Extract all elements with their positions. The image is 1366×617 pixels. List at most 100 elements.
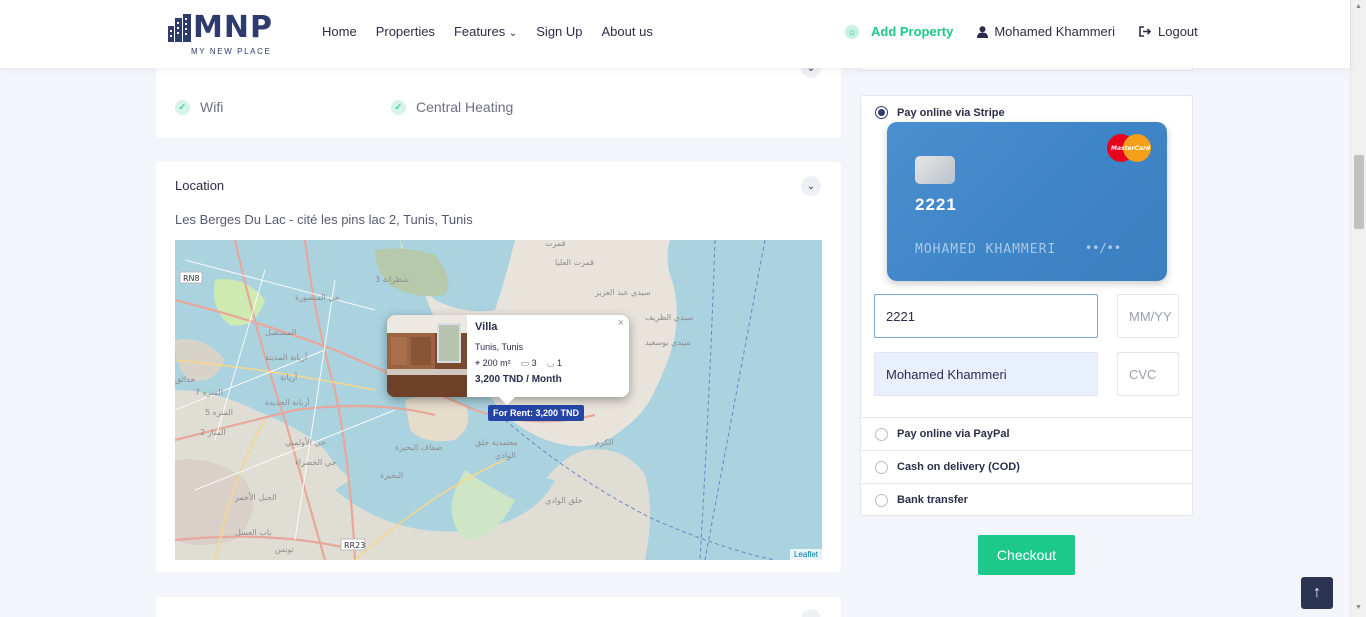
leaflet-attribution[interactable]: Leaflet <box>789 549 822 560</box>
map-price-marker[interactable]: For Rent: 3,200 TND <box>488 405 585 421</box>
svg-text:أريانة: أريانة <box>280 372 297 382</box>
svg-text:سيدي عبد العزيز: سيدي عبد العزيز <box>594 288 651 297</box>
bedrooms-value: 3 <box>531 358 537 368</box>
user-icon <box>977 25 989 38</box>
card-cvc-input[interactable]: CVC <box>1117 352 1179 396</box>
popup-title[interactable]: Villa <box>475 321 497 333</box>
map-pin-icon: ⌖ <box>475 358 481 368</box>
svg-text:أريانة الجديدة: أريانة الجديدة <box>265 397 309 407</box>
logo-tagline: MY NEW PLACE <box>191 47 272 56</box>
chevron-down-icon: ⌄ <box>508 28 518 39</box>
popup-meta: ⌖ 200 m² ▭ 3 ◡ 1 <box>475 358 562 369</box>
property-map[interactable]: قمرت قمرت العليا سيدي عبد العزيز شطرانة 3 ح… <box>175 240 822 560</box>
amenity-central-heating: ✓ Central Heating <box>391 99 513 115</box>
close-icon[interactable]: × <box>618 317 624 329</box>
area-value: 200 m² <box>482 358 511 368</box>
nav-features-label: Features <box>453 24 506 39</box>
svg-text:MasterCard: MasterCard <box>1111 145 1151 152</box>
svg-text:حي الأولمبي: حي الأولمبي <box>285 437 326 447</box>
payment-option-bank-transfer[interactable]: Bank transfer <box>861 483 1192 516</box>
payment-option-label: Bank transfer <box>897 494 968 506</box>
radio-selected[interactable] <box>875 106 888 119</box>
payment-option-cod[interactable]: Cash on delivery (COD) <box>861 450 1192 483</box>
gallery-card: ⌄ <box>156 597 841 617</box>
map-popup[interactable]: Villa Tunis, Tunis ⌖ 200 m² ▭ 3 ◡ 1 3,20… <box>387 315 629 405</box>
svg-text:المنزه 5: المنزه 5 <box>205 408 233 417</box>
svg-text:أريانة المدينة: أريانة المدينة <box>265 352 307 362</box>
property-thumbnail[interactable] <box>387 315 467 397</box>
bathrooms-value: 1 <box>557 358 563 368</box>
location-title: Location <box>175 178 225 193</box>
main-nav: Home Properties Features ⌄ Sign Up About… <box>322 24 653 39</box>
scrollbar-thumb[interactable] <box>1354 155 1364 229</box>
nav-properties[interactable]: Properties <box>376 24 435 39</box>
road-label: RN8 <box>183 274 200 283</box>
logout-button[interactable]: Logout <box>1139 24 1198 39</box>
svg-text:معتمدية حلق: معتمدية حلق <box>475 438 518 447</box>
amenity-wifi: ✓ Wifi <box>175 99 223 115</box>
svg-text:باب العسل: باب العسل <box>235 528 271 537</box>
logout-label: Logout <box>1158 24 1198 39</box>
user-menu[interactable]: Mohamed Khammeri <box>977 24 1115 39</box>
payment-option-label: Pay online via PayPal <box>897 428 1010 440</box>
svg-text:قمرت العليا: قمرت العليا <box>555 258 594 267</box>
payment-option-paypal[interactable]: Pay online via PayPal <box>861 417 1192 450</box>
svg-text:المنزه 7: المنزه 7 <box>195 388 223 397</box>
payment-option-label: Pay online via Stripe <box>897 106 1005 119</box>
bathrooms-stat: ◡ 1 <box>547 358 562 369</box>
check-icon: ✓ <box>391 99 406 115</box>
card-holder-preview: MOHAMED KHAMMERI <box>915 242 1057 257</box>
card-chip-icon <box>915 156 955 184</box>
svg-text:الكرم: الكرم <box>595 438 613 447</box>
nav-home[interactable]: Home <box>322 24 357 39</box>
area-stat: ⌖ 200 m² <box>475 358 511 369</box>
card-number-preview: 2221 <box>915 195 957 214</box>
logo[interactable]: MNP MY NEW PLACE <box>167 10 291 58</box>
radio-unselected[interactable] <box>875 427 888 441</box>
svg-text:حي المنصورة: حي المنصورة <box>295 293 340 302</box>
checkout-button[interactable]: Checkout <box>978 535 1075 575</box>
nav-sign-up[interactable]: Sign Up <box>536 24 582 39</box>
property-photo <box>387 315 467 397</box>
logo-text: MNP <box>193 10 273 45</box>
logout-icon <box>1139 26 1152 37</box>
card-expiry-preview: ••/•• <box>1085 241 1122 255</box>
popup-price: 3,200 TND / Month <box>475 374 562 385</box>
amenity-label: Wifi <box>200 99 224 115</box>
nav-features[interactable]: Features ⌄ <box>454 24 517 39</box>
svg-text:البحيرة: البحيرة <box>380 471 403 480</box>
svg-text:سيدي الظريف: سيدي الظريف <box>645 313 694 322</box>
svg-text:الجبل الأحمر: الجبل الأحمر <box>234 492 277 502</box>
svg-text:تونس: تونس <box>275 545 294 554</box>
radio-unselected[interactable] <box>875 460 888 474</box>
card-expiry-input[interactable]: MM/YY <box>1117 294 1179 338</box>
radio-unselected[interactable] <box>875 493 888 507</box>
card-number-input[interactable]: 2221 <box>874 294 1098 338</box>
amenity-label: Central Heating <box>416 99 514 115</box>
building-logo-icon <box>168 14 191 42</box>
svg-text:حلق الوادي: حلق الوادي <box>545 496 583 505</box>
arrow-up-icon: ↑ <box>1313 584 1321 601</box>
chevron-down-icon[interactable]: ⌄ <box>801 176 821 196</box>
bath-icon: ◡ <box>546 358 555 368</box>
svg-text:المنار 2: المنار 2 <box>200 428 226 437</box>
header-actions: ⌂ Add Property Mohamed Khammeri Logout <box>845 24 1198 39</box>
nav-about-us[interactable]: About us <box>602 24 653 39</box>
mastercard-icon: MasterCard <box>1107 134 1151 162</box>
house-plus-icon: ⌂ <box>845 24 859 39</box>
bedrooms-stat: ▭ 3 <box>521 358 537 369</box>
page-scrollbar[interactable]: ▲ ▼ <box>1350 0 1366 617</box>
svg-text:شطرانة 3: شطرانة 3 <box>375 275 409 284</box>
add-property-button[interactable]: ⌂ Add Property <box>845 24 953 39</box>
scroll-to-top-button[interactable]: ↑ <box>1301 577 1333 609</box>
payment-option-label: Cash on delivery (COD) <box>897 461 1020 473</box>
card-holder-input[interactable]: Mohamed Khammeri <box>874 352 1098 396</box>
user-name: Mohamed Khammeri <box>994 24 1115 39</box>
scroll-up-arrow-icon[interactable]: ▲ <box>1355 3 1362 10</box>
chevron-down-icon[interactable]: ⌄ <box>801 609 821 617</box>
payment-option-stripe[interactable]: Pay online via Stripe <box>875 106 1005 119</box>
svg-text:الوادي: الوادي <box>495 451 516 460</box>
credit-card-preview: 2221 MOHAMED KHAMMERI ••/•• MasterCard <box>887 122 1167 281</box>
scroll-down-arrow-icon[interactable]: ▼ <box>1355 604 1362 611</box>
check-icon: ✓ <box>175 99 190 115</box>
